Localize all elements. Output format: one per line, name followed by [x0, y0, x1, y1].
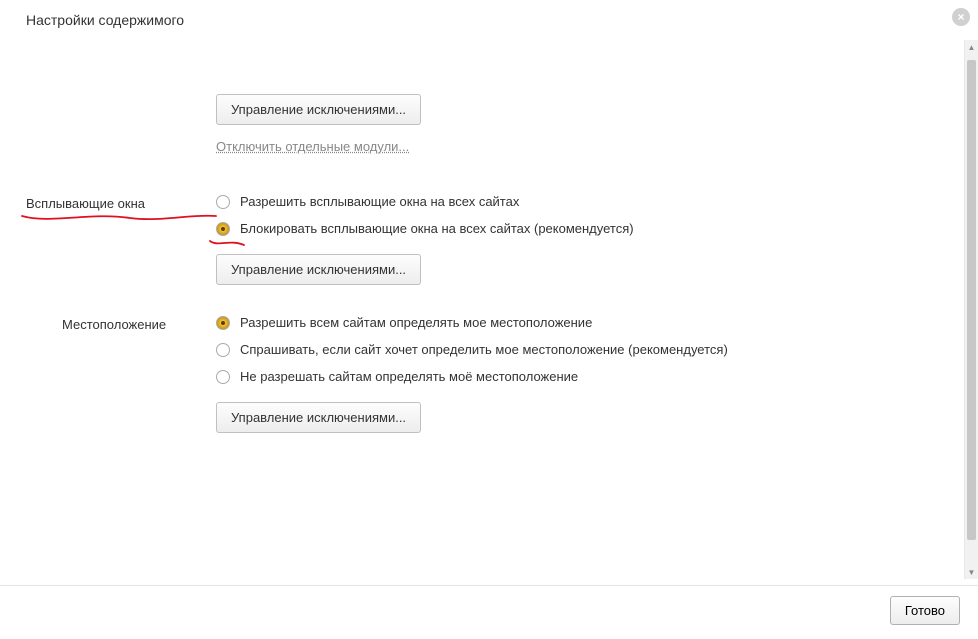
close-icon-glyph: ×: [957, 11, 964, 23]
disable-modules-link[interactable]: Отключить отдельные модули...: [216, 139, 409, 154]
location-exceptions-button[interactable]: Управление исключениями...: [216, 402, 421, 433]
location-ask-label: Спрашивать, если сайт хочет определить м…: [240, 342, 728, 357]
dialog-title: Настройки содержимого: [0, 0, 978, 36]
radio-icon: [216, 195, 230, 209]
scroll-up-icon[interactable]: ▲: [965, 40, 978, 54]
radio-icon: [216, 316, 230, 330]
content-settings-dialog: Настройки содержимого × Управление исклю…: [0, 0, 978, 639]
location-deny-radio[interactable]: Не разрешать сайтам определять моё место…: [216, 369, 964, 384]
popups-section: Всплывающие окна Разрешить всплывающие о…: [26, 194, 964, 285]
location-section: Местоположение Разрешить всем сайтам опр…: [26, 315, 964, 433]
popups-block-radio[interactable]: Блокировать всплывающие окна на всех сай…: [216, 221, 964, 236]
location-allow-radio[interactable]: Разрешить всем сайтам определять мое мес…: [216, 315, 964, 330]
close-icon[interactable]: ×: [952, 8, 970, 26]
radio-icon: [216, 370, 230, 384]
plugins-section-tail: Управление исключениями... Отключить отд…: [216, 40, 964, 154]
location-allow-label: Разрешить всем сайтам определять мое мес…: [240, 315, 592, 330]
popups-exceptions-button[interactable]: Управление исключениями...: [216, 254, 421, 285]
dialog-footer: Готово: [0, 585, 978, 639]
vertical-scrollbar[interactable]: ▲ ▼: [964, 40, 978, 579]
annotation-underline-icon: [20, 210, 220, 228]
popups-block-label: Блокировать всплывающие окна на всех сай…: [240, 221, 634, 236]
plugins-exceptions-button[interactable]: Управление исключениями...: [216, 94, 421, 125]
popups-allow-radio[interactable]: Разрешить всплывающие окна на всех сайта…: [216, 194, 964, 209]
popups-allow-label: Разрешить всплывающие окна на всех сайта…: [240, 194, 519, 209]
scroll-down-icon[interactable]: ▼: [965, 565, 978, 579]
scrollbar-thumb[interactable]: [967, 60, 976, 540]
radio-icon: [216, 343, 230, 357]
popups-label-text: Всплывающие окна: [26, 196, 145, 211]
content-scroll-area: Управление исключениями... Отключить отд…: [0, 40, 964, 579]
radio-icon: [216, 222, 230, 236]
location-ask-radio[interactable]: Спрашивать, если сайт хочет определить м…: [216, 342, 964, 357]
done-button[interactable]: Готово: [890, 596, 960, 625]
popups-section-label: Всплывающие окна: [26, 194, 216, 285]
location-deny-label: Не разрешать сайтам определять моё место…: [240, 369, 578, 384]
location-section-label: Местоположение: [26, 315, 216, 433]
